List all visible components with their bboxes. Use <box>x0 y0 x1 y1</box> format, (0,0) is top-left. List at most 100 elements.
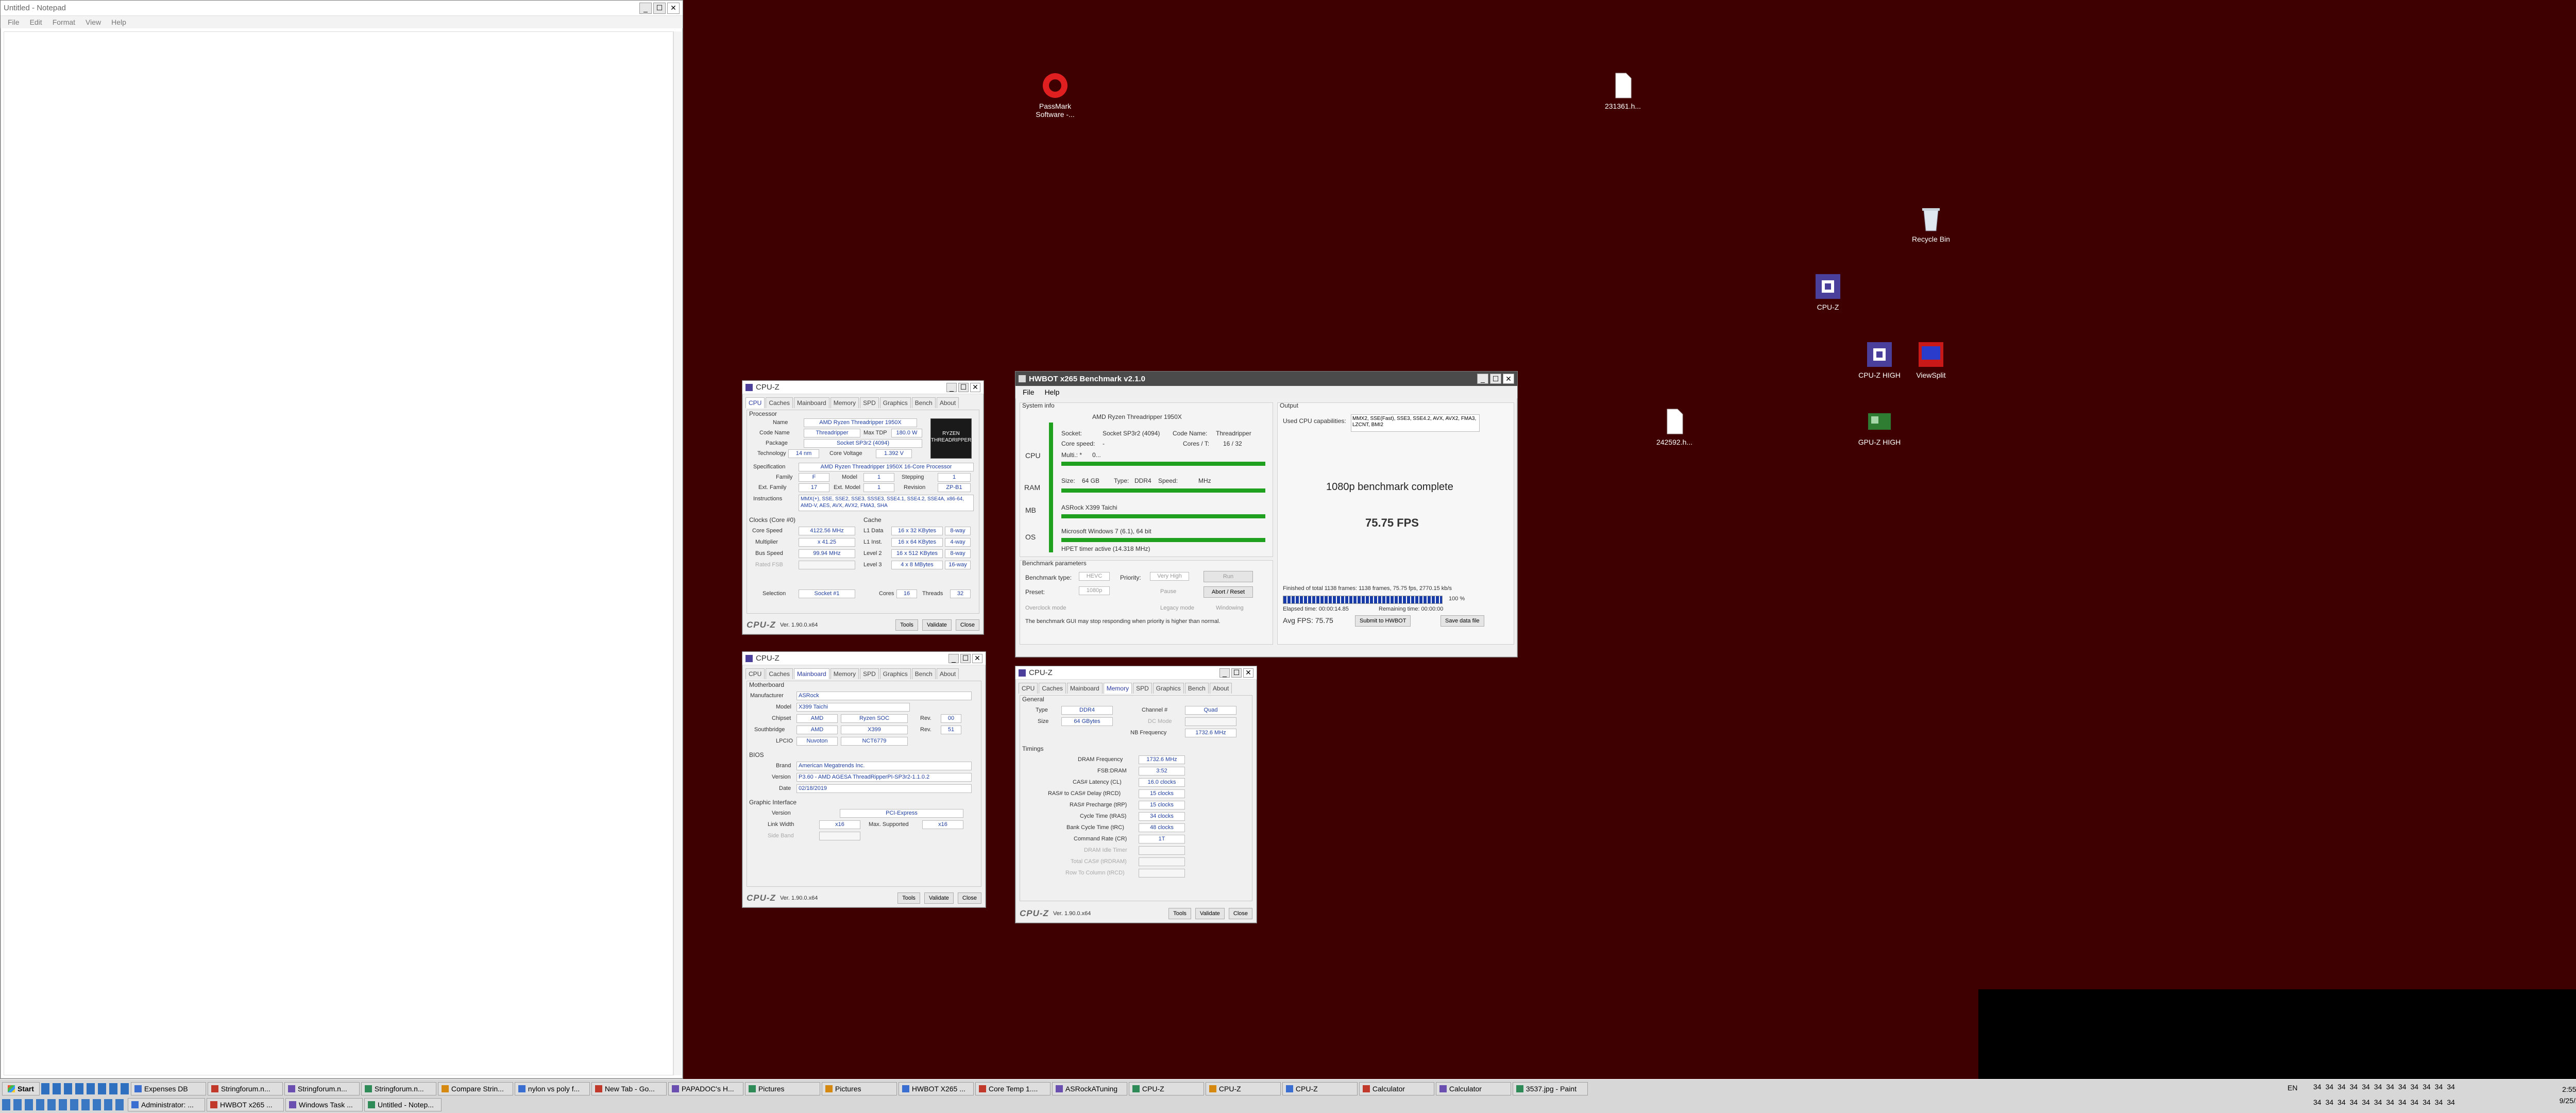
tab-mainboard[interactable]: Mainboard <box>794 397 829 408</box>
pause-checkbox[interactable]: Pause <box>1160 588 1176 595</box>
tab-about[interactable]: About <box>1209 683 1232 694</box>
clock[interactable]: 2:55 AM 9/25/2019 <box>2560 1084 2576 1106</box>
tab-caches[interactable]: Caches <box>766 668 793 679</box>
language-indicator[interactable]: EN <box>2287 1084 2297 1092</box>
taskbar-button[interactable]: Stringforum.n... <box>361 1082 436 1095</box>
tab-memory[interactable]: Memory <box>830 668 859 679</box>
tab-cpu[interactable]: CPU <box>745 397 765 408</box>
save-data-file-button[interactable]: Save data file <box>1440 615 1484 627</box>
core-temp-value[interactable]: 34 <box>2362 1098 2370 1106</box>
taskbar-button[interactable]: PAPADOC's H... <box>668 1082 743 1095</box>
close-button[interactable]: Close <box>1228 908 1252 919</box>
desktop-icon-recycle-bin[interactable]: Recycle Bin <box>1900 204 1962 243</box>
minimize-button[interactable]: _ <box>639 2 652 14</box>
validate-button[interactable]: Validate <box>1195 908 1225 919</box>
preset-select[interactable]: 1080p <box>1079 586 1110 595</box>
close-button[interactable]: Close <box>957 892 981 904</box>
tab-graphics[interactable]: Graphics <box>1153 683 1184 694</box>
core-temp-value[interactable]: 34 <box>2398 1083 2406 1091</box>
core-temp-value[interactable]: 34 <box>2422 1098 2431 1106</box>
taskbar-button[interactable]: CPU-Z <box>1282 1082 1358 1095</box>
minimize-button[interactable]: _ <box>946 382 957 392</box>
quick-launch-icons[interactable] <box>41 1083 129 1094</box>
core-temp-value[interactable]: 34 <box>2435 1098 2443 1106</box>
taskbar-button[interactable]: Calculator <box>1359 1082 1434 1095</box>
tab-spd[interactable]: SPD <box>860 397 879 408</box>
taskbar-button[interactable]: Compare Strin... <box>437 1082 513 1095</box>
taskbar-button[interactable]: New Tab - Go... <box>591 1082 667 1095</box>
tab-graphics[interactable]: Graphics <box>879 397 911 408</box>
close-button[interactable]: ✕ <box>667 2 680 14</box>
menu-format[interactable]: Format <box>47 18 80 26</box>
notepad-text-area[interactable] <box>4 31 673 1075</box>
tab-caches[interactable]: Caches <box>766 397 793 408</box>
close-button[interactable]: ✕ <box>972 653 982 663</box>
taskbar-button[interactable]: 3537.jpg - Paint <box>1512 1082 1588 1095</box>
taskbar-button[interactable]: Administrator: ... <box>128 1098 205 1111</box>
desktop-icon-file-242592[interactable]: 242592.h... <box>1643 407 1705 446</box>
core-temp-value[interactable]: 34 <box>2411 1083 2419 1091</box>
quick-launch-icons-2[interactable] <box>2 1099 126 1110</box>
tools-button[interactable]: Tools <box>897 892 920 904</box>
legacy-mode-checkbox[interactable]: Legacy mode <box>1160 605 1194 611</box>
taskbar-button[interactable]: HWBOT x265 ... <box>207 1098 284 1111</box>
bench-type-select[interactable]: HEVC <box>1079 572 1110 581</box>
vertical-scrollbar[interactable] <box>673 31 682 1075</box>
maximize-button[interactable]: ☐ <box>960 653 971 663</box>
submit-hwbot-button[interactable]: Submit to HWBOT <box>1355 615 1411 627</box>
maximize-button[interactable]: ☐ <box>1231 668 1242 678</box>
notepad-titlebar[interactable]: Untitled - Notepad _ ☐ ✕ <box>1 1 683 16</box>
tab-bench[interactable]: Bench <box>911 668 936 679</box>
core-temp-value[interactable]: 34 <box>2435 1083 2443 1091</box>
close-button[interactable]: Close <box>955 619 979 631</box>
taskbar-button[interactable]: CPU-Z <box>1128 1082 1204 1095</box>
run-button[interactable]: Run <box>1204 571 1253 582</box>
core-temp-value[interactable]: 34 <box>2326 1098 2334 1106</box>
menu-view[interactable]: View <box>80 18 106 26</box>
taskbar-button[interactable]: ASRockATuning <box>1052 1082 1127 1095</box>
menu-help[interactable]: Help <box>1040 388 1065 396</box>
core-temp-value[interactable]: 34 <box>2386 1083 2394 1091</box>
core-temp-value[interactable]: 34 <box>2386 1098 2394 1106</box>
menu-edit[interactable]: Edit <box>25 18 47 26</box>
tab-mainboard[interactable]: Mainboard <box>1067 683 1103 694</box>
tab-cpu[interactable]: CPU <box>1019 683 1038 694</box>
maximize-button[interactable]: ☐ <box>1490 374 1501 384</box>
tab-spd[interactable]: SPD <box>860 668 879 679</box>
taskbar-button[interactable]: nylon vs poly f... <box>514 1082 590 1095</box>
tab-graphics[interactable]: Graphics <box>879 668 911 679</box>
taskbar-button[interactable]: Expenses DB <box>130 1082 206 1095</box>
tab-caches[interactable]: Caches <box>1039 683 1066 694</box>
validate-button[interactable]: Validate <box>924 892 954 904</box>
taskbar-button[interactable]: Stringforum.n... <box>284 1082 360 1095</box>
desktop-icon-passmark[interactable]: PassMark Software -... <box>1024 71 1086 119</box>
taskbar-button[interactable]: Pictures <box>744 1082 820 1095</box>
core-temp-value[interactable]: 34 <box>2337 1083 2346 1091</box>
desktop-icon-file-231361[interactable]: 231361.h... <box>1592 71 1654 110</box>
menu-help[interactable]: Help <box>106 18 131 26</box>
tab-memory[interactable]: Memory <box>1103 683 1132 694</box>
hwbot-titlebar[interactable]: HWBOT x265 Benchmark v2.1.0 _ ☐ ✕ <box>1015 372 1517 386</box>
core-temp-value[interactable]: 34 <box>2447 1083 2455 1091</box>
maximize-button[interactable]: ☐ <box>958 382 969 392</box>
close-button[interactable]: ✕ <box>1503 374 1514 384</box>
core-temp-value[interactable]: 34 <box>2337 1098 2346 1106</box>
cpuz-titlebar[interactable]: CPU-Z _ ☐ ✕ <box>742 652 986 665</box>
tools-button[interactable]: Tools <box>1168 908 1191 919</box>
core-temp-value[interactable]: 34 <box>2422 1083 2431 1091</box>
tools-button[interactable]: Tools <box>895 619 918 631</box>
core-temp-value[interactable]: 34 <box>2362 1083 2370 1091</box>
tab-memory[interactable]: Memory <box>830 397 859 408</box>
tab-about[interactable]: About <box>936 397 959 408</box>
core-temp-value[interactable]: 34 <box>2411 1098 2419 1106</box>
taskbar-button[interactable]: Untitled - Notep... <box>364 1098 442 1111</box>
taskbar-button[interactable]: Calculator <box>1435 1082 1511 1095</box>
close-button[interactable]: ✕ <box>970 382 980 392</box>
menu-file[interactable]: File <box>1018 388 1040 396</box>
tab-about[interactable]: About <box>936 668 959 679</box>
core-temp-value[interactable]: 34 <box>2398 1098 2406 1106</box>
taskbar-button[interactable]: Pictures <box>821 1082 897 1095</box>
taskbar-button[interactable]: HWBOT X265 ... <box>898 1082 974 1095</box>
start-button[interactable]: Start <box>2 1082 40 1095</box>
tab-spd[interactable]: SPD <box>1133 683 1152 694</box>
